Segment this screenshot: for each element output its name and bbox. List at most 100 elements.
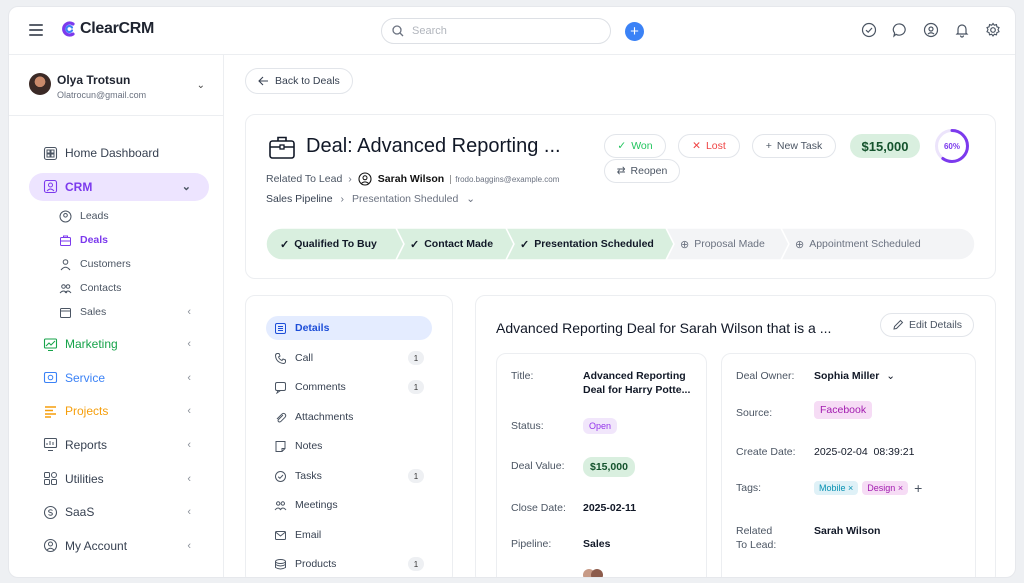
tab-notes[interactable]: Notes [266, 434, 432, 458]
sidebar-item-crm[interactable]: CRM ⌄ [29, 172, 209, 201]
tab-call[interactable]: Call 1 [266, 346, 432, 370]
close-icon: ✕ [692, 140, 701, 152]
user-profile[interactable]: Olya Trotsun Olatrocun@gmail.com ⌄ [29, 73, 205, 103]
sidebar-nav: Home Dashboard CRM ⌄ Leads Deals Custome… [29, 139, 209, 565]
chevron-left-icon[interactable]: ‹ [187, 338, 191, 350]
sidebar-item-contacts[interactable]: Contacts [59, 276, 209, 300]
crm-submenu: Leads Deals Customers Contacts Sales ‹ [29, 204, 209, 324]
tab-comments[interactable]: Comments 1 [266, 375, 432, 399]
tab-attachments[interactable]: Attachments [266, 405, 432, 429]
close-icon[interactable]: × [848, 483, 853, 493]
sidebar-item-reports[interactable]: Reports ‹ [29, 431, 209, 459]
add-tag-icon[interactable]: + [914, 480, 922, 496]
note-icon [275, 440, 286, 452]
lost-label: Lost [705, 140, 726, 152]
sidebar-item-my-account[interactable]: My Account ‹ [29, 532, 209, 560]
tab-label: Notes [295, 440, 323, 452]
won-button[interactable]: ✓ Won [604, 134, 666, 158]
related-lead-value[interactable]: Sarah Wilson [814, 525, 880, 537]
logo-mark-icon [62, 21, 75, 37]
chevron-left-icon[interactable]: ‹ [187, 473, 191, 485]
edit-details-label: Edit Details [908, 319, 963, 331]
chat-icon[interactable] [892, 22, 908, 38]
tab-email[interactable]: Email [266, 523, 432, 547]
quick-add-button[interactable]: + [625, 22, 644, 41]
chevron-left-icon[interactable]: ‹ [187, 506, 191, 518]
saas-icon [43, 505, 58, 519]
reopen-button[interactable]: ⇄ Reopen [604, 159, 680, 183]
chevron-left-icon[interactable]: ‹ [187, 405, 191, 417]
customers-icon [60, 258, 71, 271]
search-box[interactable] [381, 18, 611, 44]
owner-select[interactable]: Sophia Miller ⌄ [814, 370, 895, 382]
crm-icon [43, 180, 58, 194]
tab-label: Call [295, 352, 314, 364]
deals-icon [60, 235, 71, 246]
sidebar-item-deals[interactable]: Deals [59, 228, 209, 252]
related-lead-name[interactable]: Sarah Wilson [378, 173, 444, 185]
pipeline-breadcrumb: Sales Pipeline › Presentation Sheduled ⌄ [266, 193, 475, 205]
tab-products[interactable]: Products 1 [266, 552, 432, 576]
lost-button[interactable]: ✕ Lost [678, 134, 740, 158]
arrow-left-icon [258, 76, 268, 86]
user-email: Olatrocun@gmail.com [57, 90, 147, 100]
service-icon [43, 372, 58, 384]
top-bar: ClearCRM + [9, 7, 1015, 55]
sidebar-item-label: CRM [65, 179, 93, 194]
lead-icon [358, 172, 372, 186]
won-label: Won [631, 140, 653, 152]
sidebar-item-customers[interactable]: Customers [59, 252, 209, 276]
sidebar-item-leads[interactable]: Leads [59, 204, 209, 228]
reports-icon [43, 438, 58, 452]
new-task-button[interactable]: + New Task [752, 134, 836, 158]
sidebar-item-label: Sales [80, 306, 107, 319]
bell-icon[interactable] [954, 22, 970, 38]
check-circle-icon[interactable] [861, 22, 877, 38]
chevron-left-icon[interactable]: ‹ [187, 439, 191, 451]
sidebar-item-utilities[interactable]: Utilities ‹ [29, 465, 209, 493]
stage-item[interactable]: ⊕ Proposal Made [680, 228, 765, 260]
menu-icon[interactable] [29, 24, 43, 36]
chevron-left-icon[interactable]: ‹ [187, 540, 191, 552]
search-input[interactable] [412, 25, 592, 37]
tab-tasks[interactable]: Tasks 1 [266, 464, 432, 488]
tag-chip[interactable]: Mobile × [814, 481, 859, 495]
count-badge: 1 [408, 351, 424, 365]
edit-details-button[interactable]: Edit Details [880, 313, 974, 337]
tab-details[interactable]: Details [266, 316, 432, 340]
tag-chip[interactable]: Design × [862, 481, 909, 495]
stage-item[interactable]: ✓ Presentation Scheduled [520, 228, 654, 260]
title-value-cont: Deal for Harry Potte... [583, 384, 691, 396]
stage-item[interactable]: ✓ Qualified To Buy [280, 228, 377, 260]
chevron-down-icon[interactable]: ⌄ [182, 180, 191, 193]
stage-item[interactable]: ✓ Contact Made [410, 228, 493, 260]
stage-item[interactable]: ⊕ Appointment Scheduled [795, 228, 921, 260]
meetings-icon [274, 500, 287, 510]
details-card-left: Title: Advanced Reporting Deal for Harry… [496, 353, 707, 577]
reopen-label: Reopen [630, 165, 668, 177]
search-icon [392, 25, 404, 37]
check-icon: ✓ [280, 238, 290, 251]
sidebar-item-service[interactable]: Service ‹ [29, 364, 209, 392]
tab-meetings[interactable]: Meetings [266, 493, 432, 517]
back-to-deals-button[interactable]: Back to Deals [245, 68, 353, 94]
chevron-down-icon[interactable]: ⌄ [197, 80, 205, 91]
sidebar-item-saas[interactable]: SaaS ‹ [29, 498, 209, 526]
sidebar-item-home-dashboard[interactable]: Home Dashboard [29, 139, 209, 167]
chevron-left-icon[interactable]: ‹ [187, 372, 191, 384]
tag-label: Mobile [819, 483, 846, 493]
tab-label: Tasks [295, 470, 322, 482]
close-icon[interactable]: × [898, 483, 903, 493]
sidebar-item-sales[interactable]: Sales ‹ [59, 300, 209, 324]
tags-list: Mobile × Design × + [814, 480, 922, 496]
chevron-down-icon[interactable]: ⌄ [466, 193, 475, 205]
chevron-left-icon[interactable]: ‹ [187, 306, 191, 318]
tag-label: Design [867, 483, 896, 493]
support-icon[interactable] [923, 22, 939, 38]
sidebar-item-marketing[interactable]: Marketing ‹ [29, 330, 209, 358]
settings-icon[interactable] [985, 22, 1001, 38]
sidebar-item-projects[interactable]: Projects ‹ [29, 397, 209, 425]
pipeline-stage-select[interactable]: Presentation Sheduled [352, 193, 458, 205]
tasks-icon [275, 470, 286, 482]
logo[interactable]: ClearCRM [61, 20, 154, 38]
